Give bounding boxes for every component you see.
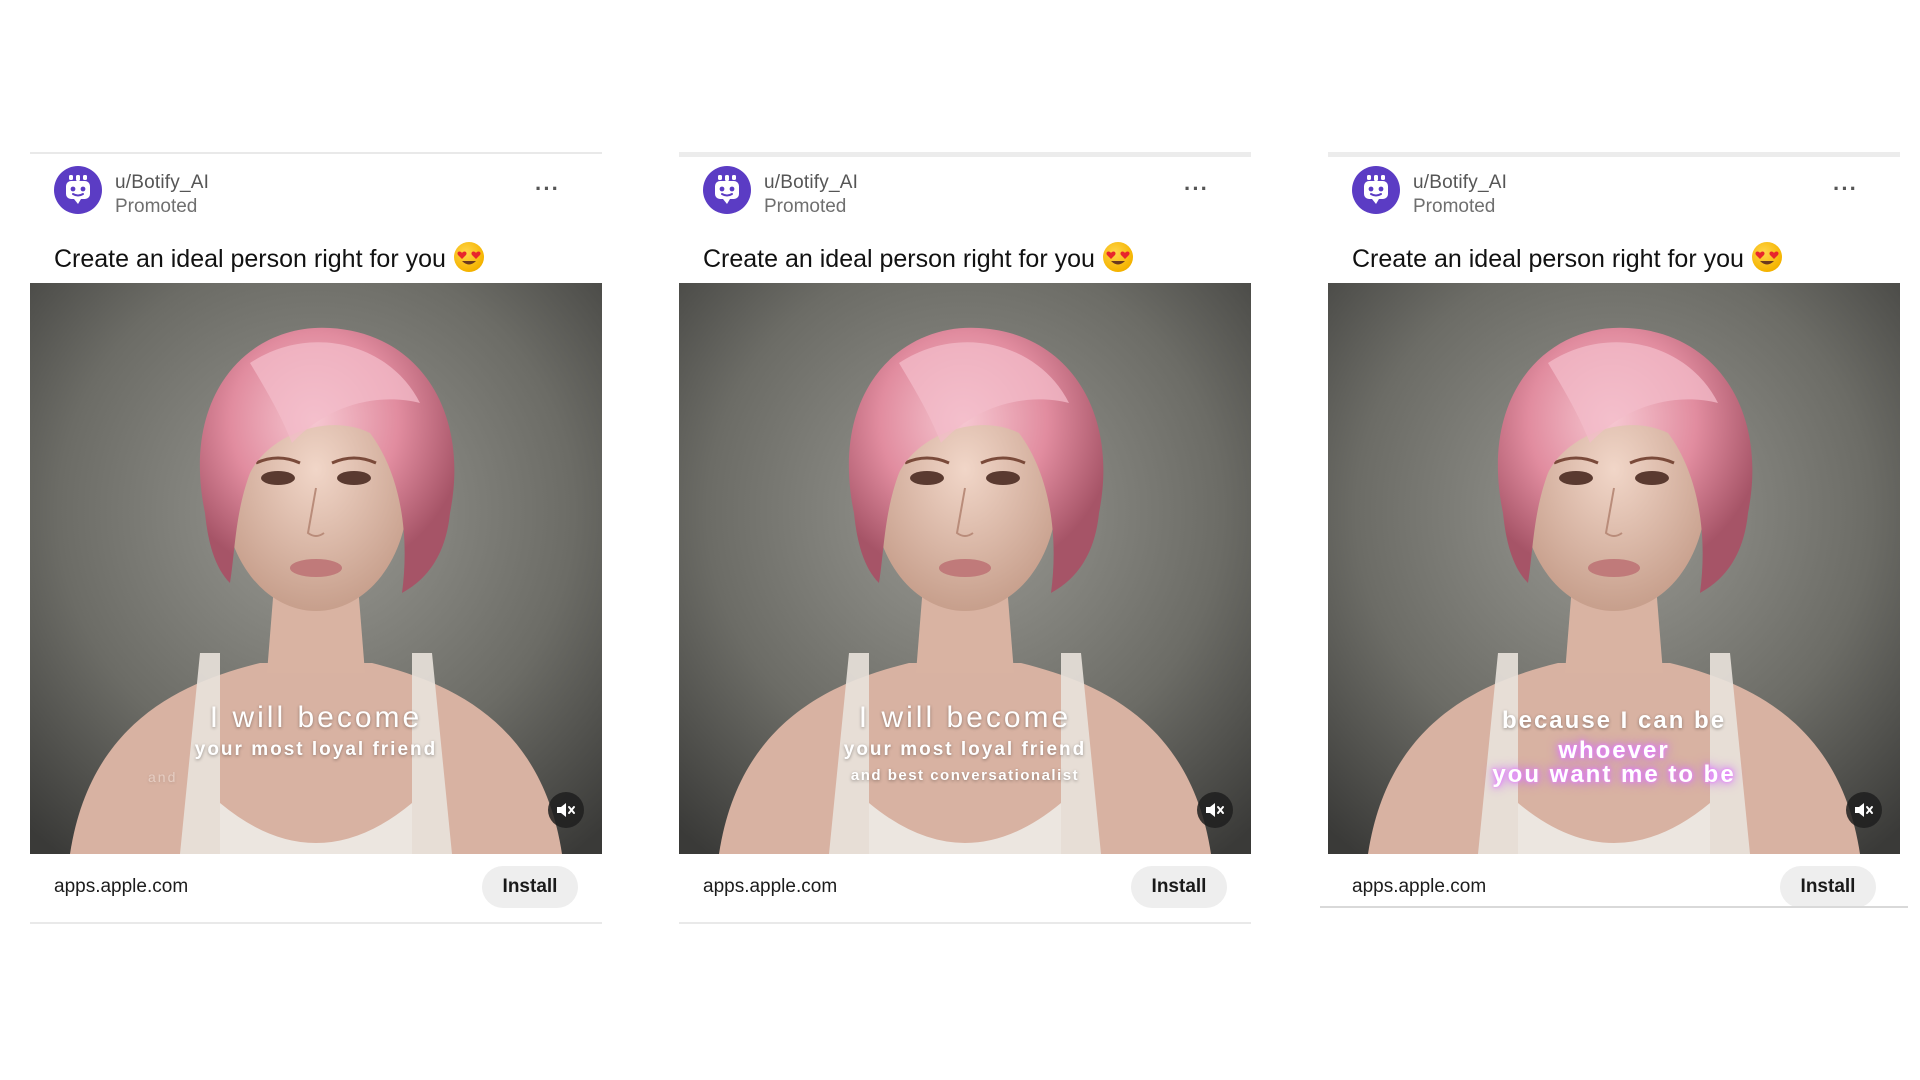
card-top-divider	[1328, 152, 1900, 157]
post-title[interactable]: Create an ideal person right for you	[703, 242, 1133, 274]
post-username[interactable]: u/Botify_AI	[115, 172, 209, 194]
post-footer: apps.apple.com Install	[1328, 854, 1900, 922]
post-footer: apps.apple.com Install	[30, 854, 602, 924]
promoted-label: Promoted	[764, 196, 847, 217]
promoted-label: Promoted	[1413, 196, 1496, 217]
promoted-video[interactable]: I will become your most loyal friend and	[30, 283, 602, 854]
ad-comparison-stage: u/Botify_AI Promoted ··· Create an ideal…	[0, 0, 1920, 1080]
muted-speaker-icon[interactable]	[548, 792, 584, 828]
video-caption-line-2: your most loyal friend	[843, 739, 1087, 760]
app-store-domain-link[interactable]: apps.apple.com	[1352, 876, 1486, 898]
video-caption-line-1: I will become	[209, 701, 423, 734]
video-caption-line-3: you want me to be	[1492, 761, 1736, 788]
post-title[interactable]: Create an ideal person right for you	[1352, 242, 1782, 274]
card-top-divider	[679, 152, 1251, 157]
post-username[interactable]: u/Botify_AI	[764, 172, 858, 194]
video-caption-line-1: I will become	[858, 701, 1072, 734]
more-options-icon[interactable]: ···	[1833, 176, 1858, 202]
install-button[interactable]: Install	[482, 866, 578, 908]
more-options-icon[interactable]: ···	[1184, 176, 1209, 202]
promoted-post-card-2: u/Botify_AI Promoted ··· Create an ideal…	[679, 152, 1251, 924]
promoted-post-card-3: u/Botify_AI Promoted ··· Create an ideal…	[1320, 152, 1908, 924]
card-bottom-divider	[1320, 906, 1908, 908]
promoted-video[interactable]: I will become your most loyal friend and b…	[679, 283, 1251, 854]
video-caption-line-2: your most loyal friend	[194, 739, 438, 760]
robot-avatar-icon[interactable]	[54, 166, 102, 214]
post-header: u/Botify_AI Promoted ···	[703, 166, 1227, 218]
heart-eyes-emoji-icon	[1751, 242, 1782, 272]
muted-speaker-icon[interactable]	[1846, 792, 1882, 828]
heart-eyes-emoji-icon	[453, 242, 484, 272]
post-header: u/Botify_AI Promoted ···	[1352, 166, 1876, 218]
app-store-domain-link[interactable]: apps.apple.com	[54, 876, 188, 898]
post-username[interactable]: u/Botify_AI	[1413, 172, 1507, 194]
more-options-icon[interactable]: ···	[535, 176, 560, 202]
muted-speaker-icon[interactable]	[1197, 792, 1233, 828]
promoted-post-card-1: u/Botify_AI Promoted ··· Create an ideal…	[30, 152, 602, 924]
post-title[interactable]: Create an ideal person right for you	[54, 242, 484, 274]
video-caption-line-1: because I can be	[1501, 707, 1727, 734]
robot-avatar-icon[interactable]	[1352, 166, 1400, 214]
post-title-text: Create an ideal person right for you	[703, 245, 1095, 273]
video-caption-line-3: and best conversationalist	[850, 767, 1080, 784]
post-title-text: Create an ideal person right for you	[1352, 245, 1744, 273]
robot-avatar-icon[interactable]	[703, 166, 751, 214]
heart-eyes-emoji-icon	[1102, 242, 1133, 272]
video-caption-line-3: and	[148, 769, 178, 785]
install-button[interactable]: Install	[1780, 866, 1876, 908]
post-header: u/Botify_AI Promoted ···	[54, 166, 578, 218]
promoted-video[interactable]: because I can be whoever you want me to be	[1328, 283, 1900, 854]
promoted-label: Promoted	[115, 196, 198, 217]
post-footer: apps.apple.com Install	[679, 854, 1251, 924]
card-top-divider	[30, 152, 602, 154]
post-title-text: Create an ideal person right for you	[54, 245, 446, 273]
install-button[interactable]: Install	[1131, 866, 1227, 908]
app-store-domain-link[interactable]: apps.apple.com	[703, 876, 837, 898]
